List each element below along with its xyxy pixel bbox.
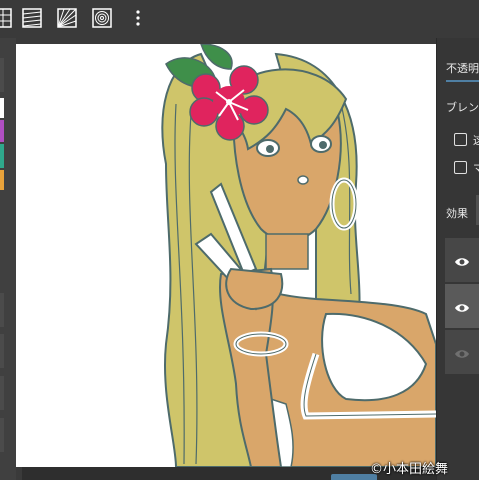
parallel-lines-icon[interactable] bbox=[21, 7, 43, 29]
top-toolbar bbox=[0, 0, 479, 38]
drawing-canvas[interactable] bbox=[16, 44, 436, 467]
opacity-slider[interactable] bbox=[446, 80, 479, 82]
layer-row[interactable] bbox=[445, 330, 479, 374]
effect-label: 効果 bbox=[446, 207, 468, 220]
color-swatch-teal[interactable] bbox=[0, 144, 4, 168]
left-panel bbox=[0, 38, 16, 480]
copyright-credit: ©小本田絵舞 bbox=[370, 462, 449, 477]
tool-slot[interactable] bbox=[0, 58, 4, 92]
grid-icon[interactable] bbox=[0, 7, 16, 29]
eye-icon[interactable] bbox=[454, 299, 470, 318]
color-swatch-white[interactable] bbox=[0, 98, 4, 118]
tool-slot[interactable] bbox=[0, 376, 4, 410]
color-swatch-orange[interactable] bbox=[0, 170, 4, 190]
blend-mode-label: ブレン bbox=[446, 101, 479, 114]
more-vertical-icon[interactable] bbox=[127, 7, 149, 29]
tool-slot[interactable] bbox=[0, 293, 4, 327]
mask-label: マ bbox=[473, 162, 479, 175]
eye-hidden-icon[interactable] bbox=[454, 345, 470, 364]
color-swatch-purple[interactable] bbox=[0, 120, 4, 142]
tool-slot[interactable] bbox=[0, 334, 4, 368]
layer-row-selected[interactable] bbox=[445, 284, 479, 328]
artwork-illustration bbox=[161, 44, 436, 467]
clipping-checkbox[interactable] bbox=[454, 133, 467, 146]
mask-checkbox[interactable] bbox=[454, 161, 467, 174]
eye-icon[interactable] bbox=[454, 253, 470, 272]
perspective-lines-icon[interactable] bbox=[56, 7, 78, 29]
opacity-label: 不透明 bbox=[446, 62, 479, 75]
layer-row[interactable] bbox=[445, 238, 479, 282]
clipping-label: 这 bbox=[473, 134, 479, 147]
tool-slot[interactable] bbox=[0, 418, 4, 452]
concentric-circles-icon[interactable] bbox=[91, 7, 113, 29]
